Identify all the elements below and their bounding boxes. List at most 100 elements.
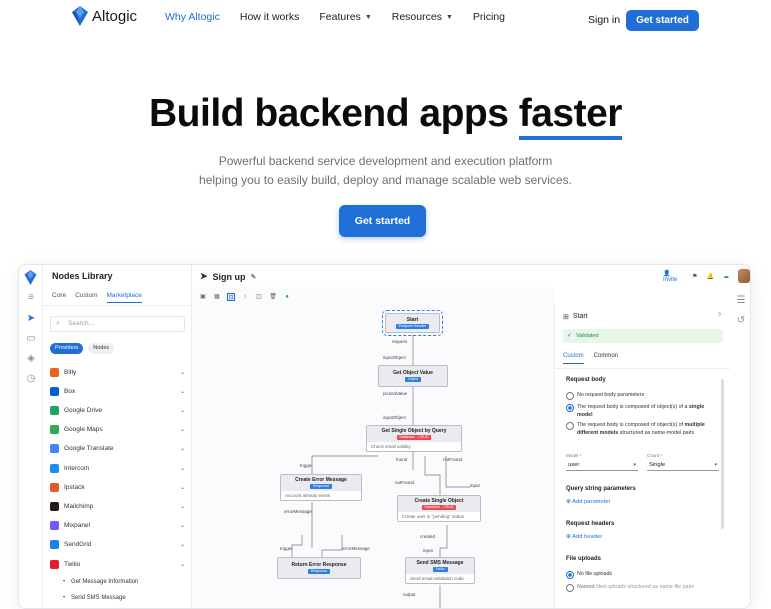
bell-icon[interactable]: 🔔 [707, 273, 714, 280]
layers-icon[interactable]: ◈ [25, 353, 37, 365]
radio-no-request-body[interactable]: No request body parameters [566, 391, 716, 400]
model-select[interactable]: user [566, 460, 638, 471]
invite-button[interactable]: 👤 Invite [663, 270, 683, 283]
chevron-down-icon[interactable]: ⌄ [180, 503, 185, 510]
provider-label: Mixpanel [64, 522, 91, 530]
node-header: Get Object Value Object [379, 366, 447, 386]
chevron-down-icon[interactable]: ⌄ [180, 388, 185, 395]
chevron-down-icon[interactable]: ⌄ [180, 426, 185, 433]
node-create-single-object[interactable]: Create Single Object Database - CRUD Crea… [397, 495, 481, 522]
left-rail: ≡ ➤ ▭ ◈ ◷ [19, 265, 43, 608]
node-get-object-value[interactable]: Get Object Value Object [378, 365, 448, 387]
port-label: input [423, 548, 433, 553]
nav-label: Why Altogic [165, 11, 220, 23]
radio-label-bold: Named [577, 584, 595, 590]
port-label: errorMessage [284, 509, 312, 514]
flow-canvas[interactable]: ➤ Sign up ✎ ▣ ▦ ⊡ ↕ ◫ 🗑 ● Start Endpoint… [192, 265, 554, 608]
provider-item[interactable]: Mixpanel ⌄ [50, 519, 185, 533]
provider-item[interactable]: Ipstack ⌄ [50, 480, 185, 494]
provider-item[interactable]: Bitly ⌄ [50, 365, 185, 379]
google-translate-icon [50, 444, 59, 454]
cloud-icon[interactable]: ☁ [723, 273, 729, 280]
node-header: Send SMS Message Twilio [406, 558, 474, 574]
node-return-error-response[interactable]: Return Error Response Response [277, 557, 361, 579]
node-title: Get Object Value [393, 370, 433, 376]
port-label: inputObject [383, 415, 406, 420]
add-header-link[interactable]: ⊕ Add header [566, 534, 602, 540]
clock-icon[interactable]: ◷ [25, 373, 37, 385]
avatar[interactable] [738, 269, 750, 283]
get-started-button-hero[interactable]: Get started [339, 205, 426, 237]
properties-panel: ⊞ Start ? Validated Custom Common Reques… [554, 305, 730, 608]
send-icon[interactable]: ➤ [25, 313, 37, 325]
help-icon[interactable]: ? [718, 313, 721, 319]
node-create-error-message[interactable]: Create Error Message Response Account alr… [280, 474, 362, 501]
panel-tabs: Custom Common [563, 353, 618, 364]
radio-no-file-uploads[interactable]: No file uploads [566, 570, 716, 579]
node-send-sms[interactable]: Send SMS Message Twilio Send email valida… [405, 557, 475, 584]
add-parameter-link[interactable]: ⊕ Add parameter [566, 499, 611, 505]
chevron-down-icon[interactable]: ⌄ [180, 484, 185, 491]
nav-why-altogic[interactable]: Why Altogic [165, 11, 220, 23]
provider-item[interactable]: Mailchimp ⌄ [50, 499, 185, 513]
radio-multiple-models[interactable]: The request body is composed of object(s… [566, 421, 716, 437]
provider-item[interactable]: Intercom ⌄ [50, 461, 185, 475]
divider [555, 368, 730, 369]
node-get-single-object[interactable]: Get Single Object by Query Database - CRU… [366, 425, 462, 452]
tab-marketplace[interactable]: Marketplace [106, 292, 142, 303]
library-search-input[interactable]: ⌕ Search... [50, 316, 185, 332]
provider-item[interactable]: Google Translate ⌄ [50, 442, 185, 456]
provider-item[interactable]: Google Maps ⌄ [50, 423, 185, 437]
pill-providers[interactable]: Providers [50, 343, 84, 354]
bitly-icon [50, 367, 59, 377]
signin-link[interactable]: Sign in [588, 14, 620, 26]
intercom-icon [50, 463, 59, 473]
nav-links: Why Altogic How it works Features ▼ Resou… [165, 11, 525, 23]
chevron-down-icon[interactable]: ⌄ [180, 541, 185, 548]
nav-features[interactable]: Features ▼ [319, 11, 371, 23]
sliders-icon[interactable]: ☰ [735, 295, 747, 307]
history-icon[interactable]: ↺ [735, 315, 747, 327]
library-title: Nodes Library [52, 271, 113, 281]
get-started-button-nav[interactable]: Get started [626, 10, 699, 31]
tab-core[interactable]: Core [52, 292, 66, 303]
provider-label: Google Drive [64, 406, 102, 414]
chevron-down-icon[interactable]: ⌄ [180, 445, 185, 452]
nav-label: Pricing [472, 11, 505, 23]
node-header: Return Error Response Response [278, 558, 360, 578]
monitor-icon[interactable]: ▭ [25, 333, 37, 345]
logo[interactable]: Altogic [72, 6, 137, 26]
count-select[interactable]: Single [647, 460, 719, 471]
chevron-down-icon[interactable]: ⌄ [180, 465, 185, 472]
scrollbar[interactable] [721, 379, 724, 529]
hero-title: Build backend apps faster [0, 92, 771, 140]
radio-label: structured as name-model pairs [618, 430, 695, 436]
tab-common[interactable]: Common [594, 353, 618, 364]
node-title: Create Error Message [295, 477, 347, 483]
node-title: Send SMS Message [416, 560, 464, 566]
provider-item[interactable]: Google Drive ⌄ [50, 403, 185, 417]
twilio-node-item[interactable]: Get Message Information [63, 579, 138, 585]
pill-nodes[interactable]: Nodes [88, 343, 115, 354]
chevron-down-icon[interactable]: ⌄ [180, 369, 185, 376]
provider-item[interactable]: Box ⌄ [50, 384, 185, 398]
twilio-icon [50, 559, 59, 569]
node-tag: Database - CRUD [396, 435, 432, 440]
chevron-down-icon[interactable]: ⌄ [180, 561, 185, 568]
node-description: Create user in "pending" status [402, 514, 464, 519]
nav-pricing[interactable]: Pricing [473, 11, 505, 23]
nav-how-it-works[interactable]: How it works [240, 11, 300, 23]
chevron-down-icon[interactable]: ⌄ [180, 522, 185, 529]
database-icon[interactable]: ≡ [25, 292, 37, 304]
node-start[interactable]: Start Endpoint Handler [382, 310, 443, 336]
provider-item[interactable]: Twilio ⌄ [50, 557, 185, 571]
rocket-icon[interactable]: ⚑ [692, 273, 697, 280]
radio-named-uploads[interactable]: Named filed uploads structured as name-f… [566, 583, 716, 592]
tab-custom[interactable]: Custom [563, 353, 584, 364]
twilio-node-item[interactable]: Send SMS Message [63, 595, 126, 601]
chevron-down-icon[interactable]: ⌄ [180, 407, 185, 414]
tab-custom[interactable]: Custom [75, 292, 97, 303]
provider-item[interactable]: SendGrid ⌄ [50, 538, 185, 552]
radio-single-model[interactable]: The request body is composed of object(s… [566, 403, 716, 419]
nav-resources[interactable]: Resources ▼ [392, 11, 453, 23]
